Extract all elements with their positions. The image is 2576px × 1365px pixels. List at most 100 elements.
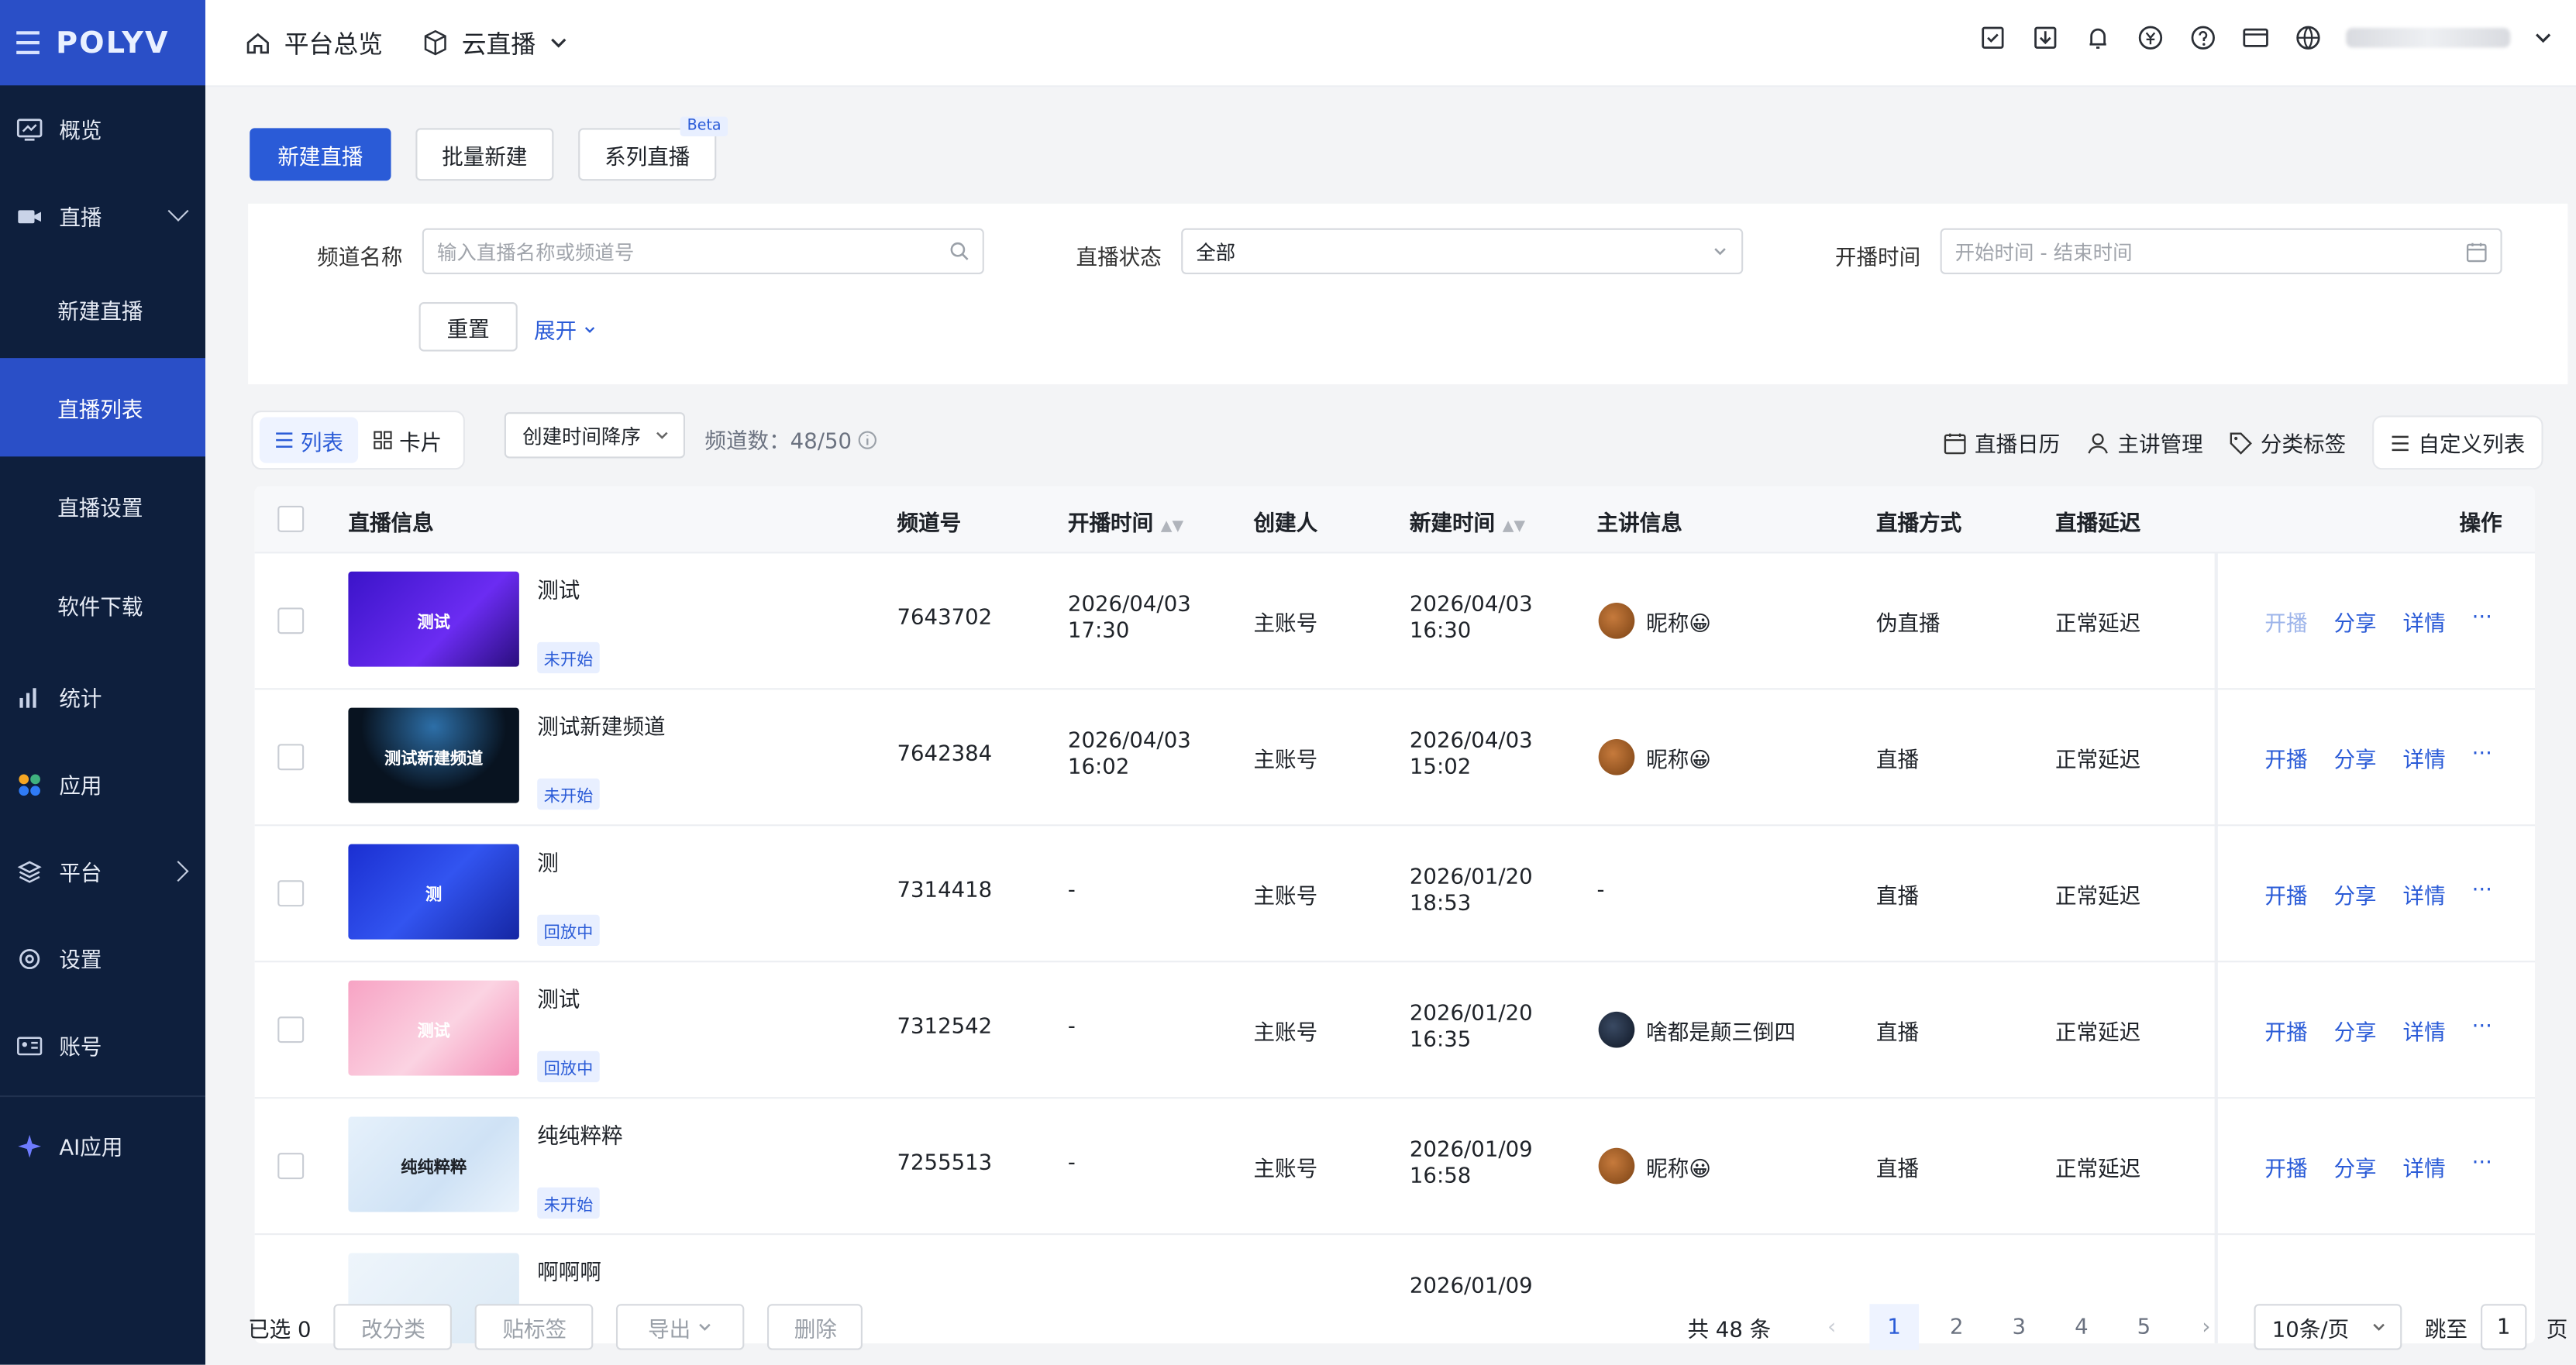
export-button[interactable]: 导出 (616, 1304, 746, 1350)
live-calendar-button[interactable]: 直播日历 (1944, 427, 2060, 458)
new-live-button[interactable]: 新建直播 (250, 128, 391, 181)
more-icon[interactable]: ··· (2472, 878, 2492, 909)
live-title[interactable]: 啊啊啊 (537, 1255, 601, 1286)
overview-link[interactable]: 平台总览 (245, 26, 383, 60)
sidebar-item-settings[interactable]: 设置 (0, 915, 205, 1002)
channel-search-input[interactable]: 输入直播名称或频道号 (422, 228, 984, 275)
share-button[interactable]: 分享 (2333, 878, 2376, 910)
sidebar-item-new-live[interactable]: 新建直播 (0, 260, 205, 358)
share-button[interactable]: 分享 (2333, 606, 2376, 638)
share-button[interactable]: 分享 (2333, 1015, 2376, 1047)
info-icon[interactable] (859, 429, 878, 449)
time-range-input[interactable]: 开始时间 - 结束时间 (1940, 228, 2502, 275)
sidebar-item-download[interactable]: 软件下载 (0, 555, 205, 654)
row-checkbox[interactable] (277, 880, 305, 907)
page-5[interactable]: 5 (2120, 1304, 2169, 1350)
bell-icon[interactable] (2083, 23, 2113, 53)
thumbnail[interactable]: 纯纯粹粹 (348, 1116, 519, 1212)
status-select[interactable]: 全部 (1181, 228, 1744, 275)
share-button[interactable]: 分享 (2333, 742, 2376, 774)
share-button[interactable]: 分享 (2333, 1151, 2376, 1183)
series-live-button[interactable]: 系列直播 Beta (578, 116, 728, 181)
sidebar-item-live[interactable]: 直播 (0, 173, 205, 260)
sidebar-item-ai[interactable]: AI应用 (0, 1102, 222, 1188)
row-checkbox[interactable] (277, 607, 305, 634)
sidebar-item-live-list[interactable]: 直播列表 (0, 358, 205, 457)
sidebar-item-platform[interactable]: 平台 (0, 827, 205, 914)
more-icon[interactable]: ··· (2472, 1015, 2492, 1046)
chevron-down-icon[interactable] (2533, 28, 2553, 47)
details-button[interactable]: 详情 (2403, 1015, 2446, 1047)
sidebar-item-live-settings[interactable]: 直播设置 (0, 456, 205, 555)
help-icon[interactable] (2189, 23, 2218, 53)
product-switcher[interactable]: 云直播 (422, 26, 569, 60)
live-title[interactable]: 测 (537, 846, 559, 877)
start-live-button[interactable]: 开播 (2264, 1015, 2307, 1047)
delete-button[interactable]: 删除 (767, 1304, 863, 1350)
user-name-blurred[interactable] (2346, 28, 2511, 48)
details-button[interactable]: 详情 (2403, 878, 2446, 910)
jump-page-input[interactable]: 1 (2481, 1304, 2527, 1350)
sort-select[interactable]: 创建时间降序 (504, 412, 685, 459)
live-mode: 直播 (1875, 748, 1920, 774)
sidebar-item-stats[interactable]: 统计 (0, 654, 205, 741)
globe-icon[interactable] (2293, 23, 2323, 53)
details-button[interactable]: 详情 (2403, 742, 2446, 774)
batch-new-button[interactable]: 批量新建 (415, 128, 554, 181)
avatar (1598, 738, 1635, 775)
sidebar-item-label: 直播 (59, 207, 102, 232)
details-button[interactable]: 详情 (2403, 1151, 2446, 1183)
console-icon[interactable] (2241, 23, 2271, 53)
page-4[interactable]: 4 (2057, 1304, 2106, 1350)
sidebar-item-apps[interactable]: 应用 (0, 741, 205, 827)
more-icon[interactable]: ··· (2472, 1151, 2492, 1182)
start-live-button[interactable]: 开播 (2264, 606, 2307, 638)
thumbnail[interactable]: 测试 (348, 980, 519, 1076)
page-2[interactable]: 2 (1932, 1304, 1982, 1350)
page-1[interactable]: 1 (1869, 1304, 1919, 1350)
download-icon[interactable] (2030, 23, 2060, 53)
col-start-time[interactable]: 开播时间 ▲▼ (1068, 506, 1183, 537)
add-tag-button[interactable]: 贴标签 (475, 1304, 594, 1350)
start-live-button[interactable]: 开播 (2264, 1151, 2307, 1183)
layers-icon (17, 860, 42, 882)
more-icon[interactable]: ··· (2472, 606, 2492, 637)
category-tags-button[interactable]: 分类标签 (2230, 427, 2346, 458)
expand-link[interactable]: 展开 (534, 314, 597, 345)
thumbnail[interactable]: 测试 (348, 571, 519, 667)
col-start-time-label: 开播时间 (1067, 512, 1154, 538)
live-title[interactable]: 纯纯粹粹 (537, 1119, 622, 1150)
table-row: 测试新建频道 测试新建频道 未开始 7642384 2026/04/03 16:0… (254, 689, 2536, 827)
sort-icon: ▲▼ (1502, 518, 1526, 536)
details-button[interactable]: 详情 (2403, 606, 2446, 638)
prev-page-icon[interactable]: ‹ (1807, 1304, 1857, 1350)
live-title[interactable]: 测试新建频道 (537, 710, 665, 741)
tab-list[interactable]: 列表 (259, 417, 359, 463)
page-size-select[interactable]: 10条/页 (2254, 1304, 2402, 1350)
next-page-icon[interactable]: › (2182, 1304, 2231, 1350)
start-live-button[interactable]: 开播 (2264, 742, 2307, 774)
row-checkbox[interactable] (277, 1153, 305, 1180)
reclassify-button[interactable]: 改分类 (334, 1304, 453, 1350)
custom-list-button[interactable]: 自定义列表 (2372, 415, 2543, 470)
row-checkbox[interactable] (277, 744, 305, 771)
menu-icon[interactable] (16, 31, 40, 54)
thumbnail[interactable]: 测 (348, 844, 519, 940)
more-icon[interactable]: ··· (2472, 742, 2492, 773)
live-title[interactable]: 测试 (537, 573, 580, 604)
task-icon[interactable] (1978, 23, 2007, 53)
thumbnail[interactable]: 测试新建频道 (348, 707, 519, 803)
start-live-button[interactable]: 开播 (2264, 878, 2307, 910)
col-created-time[interactable]: 新建时间 ▲▼ (1410, 506, 1525, 537)
billing-icon[interactable] (2136, 23, 2165, 53)
reset-button[interactable]: 重置 (418, 302, 518, 352)
select-all-checkbox[interactable] (277, 505, 305, 532)
speaker-management-button[interactable]: 主讲管理 (2086, 427, 2203, 458)
live-title[interactable]: 测试 (537, 982, 580, 1013)
row-checkbox[interactable] (277, 1016, 305, 1044)
sidebar-item-account[interactable]: 账号 (0, 1002, 205, 1088)
tab-card[interactable]: 卡片 (358, 417, 456, 462)
row-actions: 开播 分享 详情 ··· (2264, 606, 2492, 637)
page-3[interactable]: 3 (1994, 1304, 2044, 1350)
sidebar-item-overview[interactable]: 概览 (0, 85, 205, 172)
